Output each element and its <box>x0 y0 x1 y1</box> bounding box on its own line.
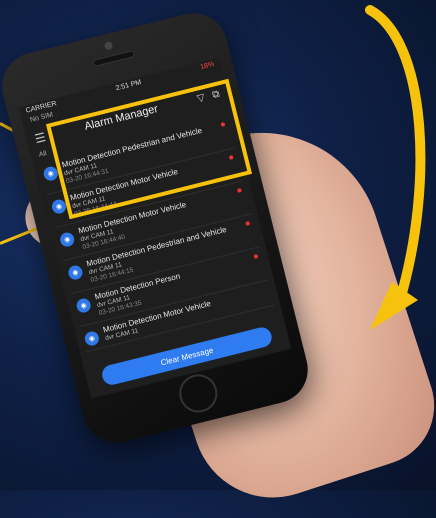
arrow-head <box>370 282 418 330</box>
unread-dot <box>237 188 242 193</box>
unread-dot <box>253 254 259 259</box>
camera-alarm-icon: ◉ <box>58 231 76 249</box>
phone: CARRIER 2:51 PM 18% No SIM ☰ Alarm Manag… <box>0 6 315 450</box>
camera-alarm-icon: ◉ <box>75 297 93 315</box>
curved-arrow-icon <box>365 5 426 330</box>
camera-alarm-icon: ◉ <box>83 330 101 348</box>
menu-icon[interactable]: ☰ <box>33 130 47 146</box>
camera-alarm-icon: ◉ <box>66 264 84 282</box>
unread-dot <box>245 221 251 226</box>
